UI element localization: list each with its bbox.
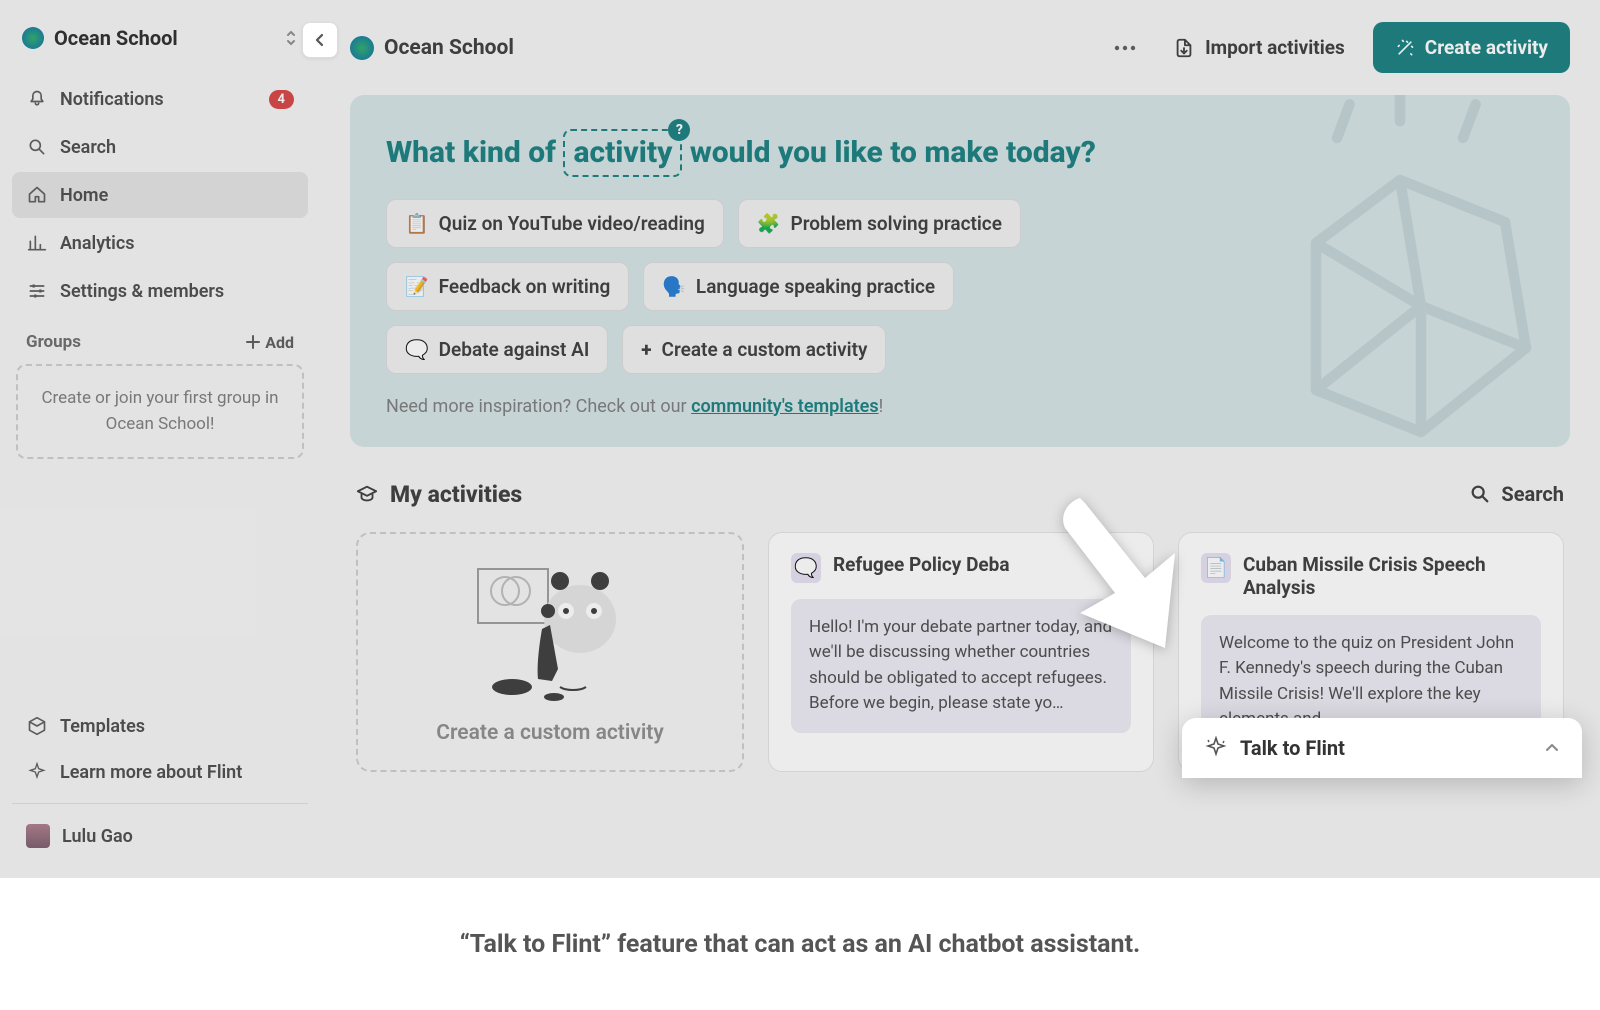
nav-label: Learn more about Flint <box>60 762 242 783</box>
groups-empty-state[interactable]: Create or join your first group in Ocean… <box>16 364 304 459</box>
create-label: Create activity <box>1425 36 1548 59</box>
nav-notifications[interactable]: Notifications 4 <box>12 76 308 122</box>
create-activity-button[interactable]: Create activity <box>1373 22 1570 73</box>
hero-panel: What kind of activity? would you like to… <box>350 95 1570 447</box>
nav-label: Templates <box>60 716 145 737</box>
emoji-icon: 🗨️ <box>405 338 429 361</box>
add-label: Add <box>265 333 294 352</box>
community-templates-link[interactable]: community's templates <box>691 396 879 417</box>
create-activity-card[interactable]: Create a custom activity <box>356 532 744 772</box>
emoji-icon: 📋 <box>405 212 429 235</box>
user-profile[interactable]: Lulu Gao <box>12 812 308 860</box>
import-activities-button[interactable]: Import activities <box>1159 26 1359 69</box>
chip-feedback-writing[interactable]: 📝 Feedback on writing <box>386 262 629 311</box>
chip-label: Feedback on writing <box>439 275 611 298</box>
chevron-updown-icon <box>284 29 298 47</box>
gem-illustration-icon <box>1190 95 1570 447</box>
sparkle-icon <box>1204 736 1228 760</box>
debate-icon: 🗨️ <box>791 553 821 583</box>
nav-label: Settings & members <box>60 281 224 302</box>
nav-label: Home <box>60 185 108 206</box>
user-avatar-icon <box>26 824 50 848</box>
school-name: Ocean School <box>54 26 178 50</box>
flint-widget-title: Talk to Flint <box>1240 736 1345 760</box>
nav-analytics[interactable]: Analytics <box>12 220 308 266</box>
school-selector[interactable]: Ocean School <box>12 18 308 58</box>
chip-label: Problem solving practice <box>791 212 1002 235</box>
search-activities-button[interactable]: Search <box>1469 482 1564 506</box>
sidebar: Ocean School Notifications 4 Search <box>0 0 320 878</box>
breadcrumb: Ocean School <box>350 36 514 60</box>
chip-label: Language speaking practice <box>696 275 935 298</box>
analytics-icon <box>26 232 48 254</box>
nav-search[interactable]: Search <box>12 124 308 170</box>
collapse-sidebar-button[interactable] <box>302 22 338 58</box>
activity-highlight[interactable]: activity? <box>563 129 682 177</box>
search-icon <box>26 136 48 158</box>
search-icon <box>1469 483 1491 505</box>
cube-icon <box>26 715 48 737</box>
emoji-icon: 📝 <box>405 275 429 298</box>
more-menu-button[interactable] <box>1105 28 1145 68</box>
school-avatar-icon <box>350 36 374 60</box>
nav-label: Analytics <box>60 233 135 254</box>
import-icon <box>1173 37 1195 59</box>
page-title: Ocean School <box>384 36 514 60</box>
add-group-button[interactable]: Add <box>245 333 294 352</box>
graduation-cap-icon <box>356 483 378 505</box>
sliders-icon <box>26 280 48 302</box>
school-avatar-icon <box>22 27 44 49</box>
groups-label: Groups <box>26 332 81 352</box>
ellipsis-icon <box>1114 45 1136 51</box>
caption: “Talk to Flint” feature that can act as … <box>0 878 1600 1010</box>
chip-label: Quiz on YouTube video/reading <box>439 212 705 235</box>
chip-language-speaking[interactable]: 🗣️ Language speaking practice <box>643 262 954 311</box>
annotation-arrow-icon <box>1050 488 1210 668</box>
nav-label: Search <box>60 137 116 158</box>
nav-home[interactable]: Home <box>12 172 308 218</box>
chip-problem-solving[interactable]: 🧩 Problem solving practice <box>738 199 1021 248</box>
activity-type-chips: 📋 Quiz on YouTube video/reading 🧩 Problem … <box>386 199 1106 374</box>
search-label: Search <box>1501 482 1564 506</box>
chevron-up-icon <box>1544 740 1560 756</box>
nav-label: Notifications <box>60 89 164 110</box>
magic-wand-icon <box>1395 38 1415 58</box>
home-icon <box>26 184 48 206</box>
activity-title: Refugee Policy Deba <box>833 553 1010 576</box>
create-card-label: Create a custom activity <box>436 721 664 745</box>
nav-templates[interactable]: Templates <box>12 703 308 749</box>
chip-debate-ai[interactable]: 🗨️ Debate against AI <box>386 325 608 374</box>
user-name: Lulu Gao <box>62 826 133 847</box>
topbar: Ocean School Import activities Create ac… <box>320 0 1600 95</box>
activity-title: Cuban Missile Crisis Speech Analysis <box>1243 553 1541 599</box>
chip-label: Debate against AI <box>439 338 590 361</box>
plus-icon <box>245 334 261 350</box>
chip-label: Create a custom activity <box>662 338 868 361</box>
activities-title: My activities <box>390 481 522 508</box>
hero-title: What kind of activity? would you like to… <box>386 129 1106 177</box>
import-label: Import activities <box>1205 36 1345 59</box>
bell-icon <box>26 88 48 110</box>
emoji-icon: 🗣️ <box>662 275 686 298</box>
groups-header: Groups Add <box>12 322 308 358</box>
sparkle-icon <box>26 761 48 783</box>
notification-badge: 4 <box>269 90 294 109</box>
plus-icon: + <box>641 338 651 361</box>
nav-settings[interactable]: Settings & members <box>12 268 308 314</box>
chip-quiz[interactable]: 📋 Quiz on YouTube video/reading <box>386 199 724 248</box>
chip-custom-activity[interactable]: + Create a custom activity <box>622 325 886 374</box>
talk-to-flint-widget[interactable]: Talk to Flint <box>1182 718 1582 778</box>
teaching-illustration-icon <box>460 559 640 709</box>
emoji-icon: 🧩 <box>757 212 781 235</box>
divider <box>12 803 308 804</box>
nav-learn-flint[interactable]: Learn more about Flint <box>12 749 308 795</box>
